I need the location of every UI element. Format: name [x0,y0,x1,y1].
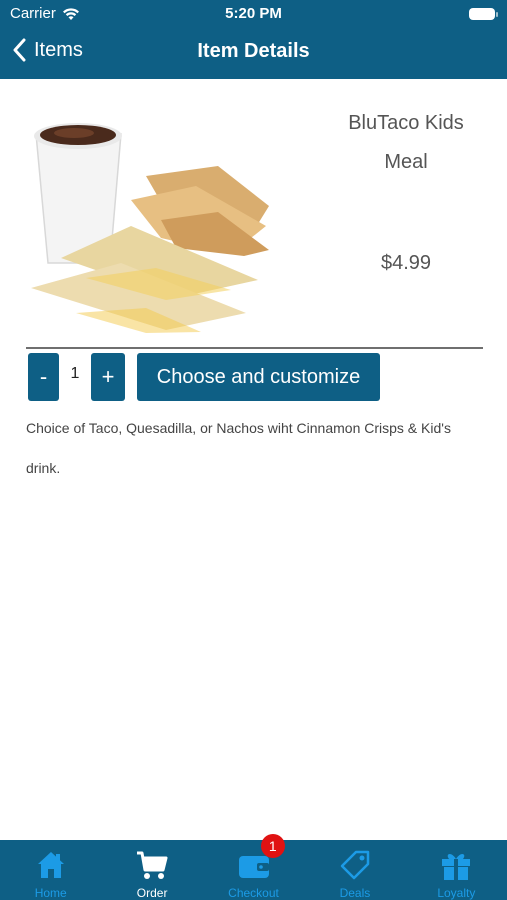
quantity-value: 1 [70,365,80,382]
product-name: BluTaco Kids Meal [348,112,464,173]
tab-loyalty-label: Loyalty [437,886,476,900]
tab-home-label: Home [34,886,67,900]
nav-bar: Items Item Details [0,28,507,79]
tab-loyalty[interactable]: Loyalty [406,840,507,900]
tab-deals[interactable]: Deals [304,840,405,900]
product-image [31,123,269,333]
tag-icon [340,850,370,880]
decrease-quantity-button[interactable]: - [28,353,59,401]
cart-icon [137,851,168,879]
cart-count-badge: 1 [260,834,285,858]
product-description: Choice of Taco, Quesadilla, or Nachos wi… [26,420,451,476]
gift-icon [442,854,471,880]
status-bar: Carrier 5:20 PM [0,0,507,28]
tab-home[interactable]: Home [0,840,101,900]
product-price: $4.99 [380,252,432,274]
tab-deals-label: Deals [339,886,371,900]
page-title: Item Details [197,40,310,62]
choose-and-customize-button[interactable]: Choose and customize [137,353,380,401]
increase-quantity-button[interactable]: + [91,353,125,401]
tab-bar: Home Order 1 Checkout Deals Loyalty [0,834,507,900]
tab-checkout-label: Checkout [228,886,279,900]
app-header: Carrier 5:20 PM Items Item Details [0,0,507,79]
divider [26,347,483,349]
battery-icon [469,8,498,20]
status-time: 5:20 PM [225,5,282,22]
tab-order-label: Order [136,886,168,900]
tab-order[interactable]: Order [101,840,202,900]
home-icon [37,852,64,878]
tab-checkout[interactable]: 1 Checkout [203,834,304,900]
